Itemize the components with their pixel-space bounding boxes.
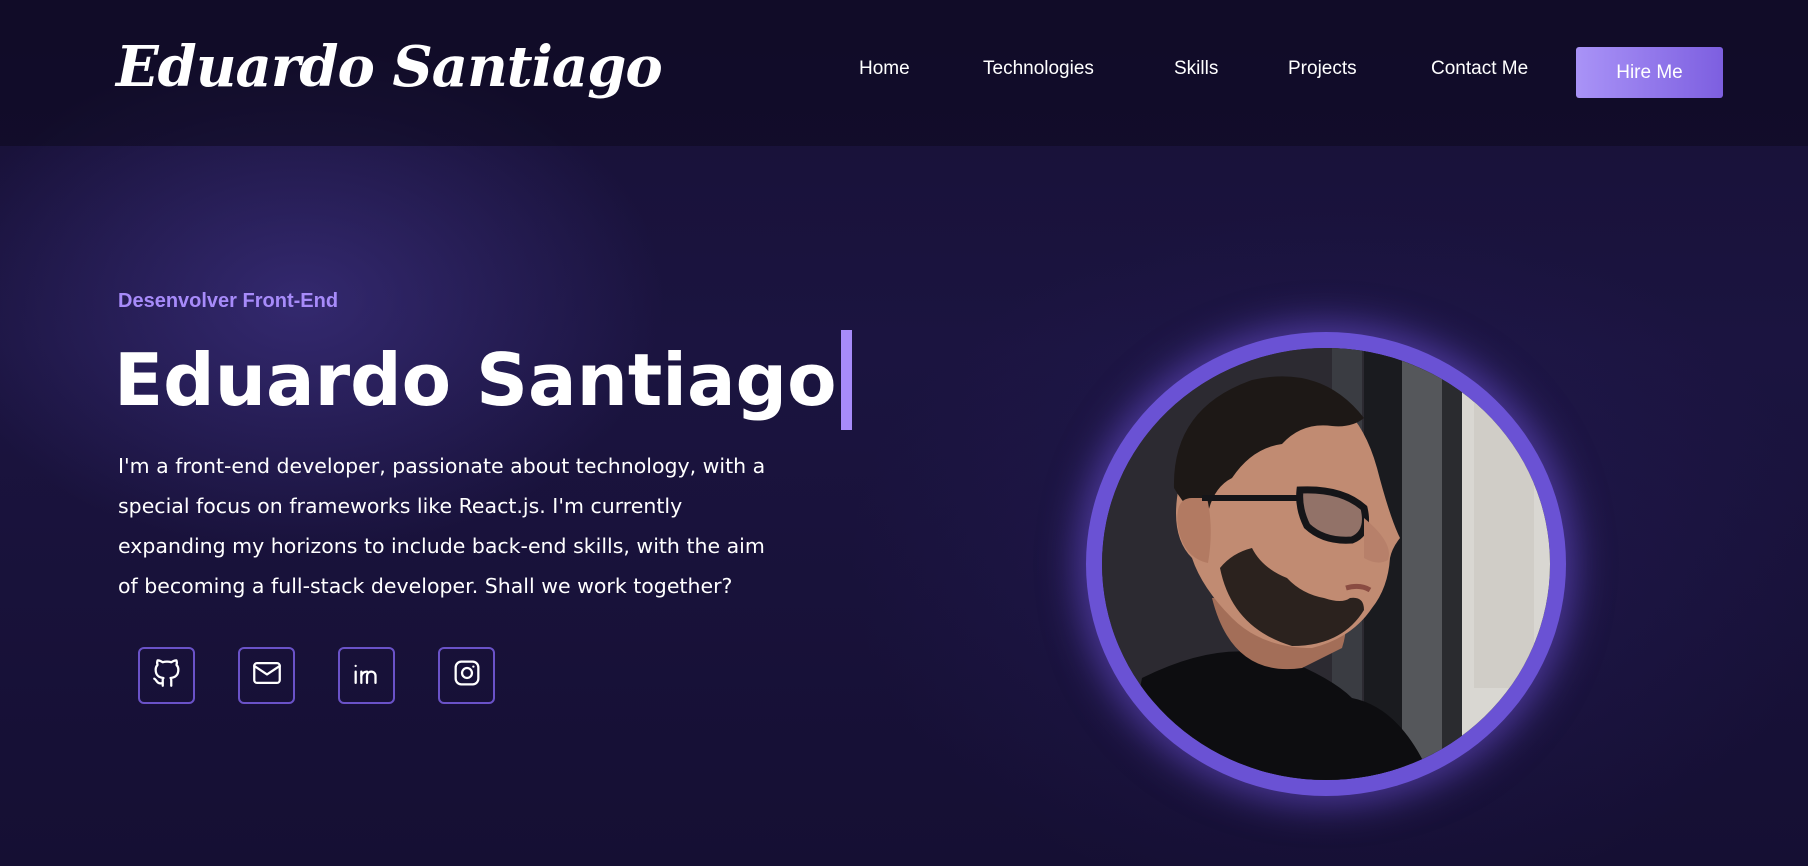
instagram-icon xyxy=(450,656,484,695)
nav-link-technologies[interactable]: Technologies xyxy=(983,58,1094,80)
nav-link-contact[interactable]: Contact Me xyxy=(1431,58,1528,80)
nav-link-projects[interactable]: Projects xyxy=(1288,58,1357,80)
instagram-button[interactable] xyxy=(438,647,495,704)
hire-me-button[interactable]: Hire Me xyxy=(1576,47,1723,98)
github-button[interactable] xyxy=(138,647,195,704)
hero-title: Eduardo Santiago xyxy=(114,330,852,430)
hero-subtitle: Desenvolver Front-End xyxy=(118,290,339,312)
nav-link-home[interactable]: Home xyxy=(859,58,910,80)
github-icon xyxy=(150,656,184,695)
site-header: Eduardo Santiago Home Technologies Skill… xyxy=(0,0,1808,146)
typing-cursor xyxy=(840,330,852,430)
hero-bio: I'm a front-end developer, passionate ab… xyxy=(118,454,766,598)
mail-icon xyxy=(250,656,284,695)
linkedin-icon xyxy=(350,656,384,695)
profile-photo-frame xyxy=(1086,332,1566,796)
profile-photo xyxy=(1102,348,1550,780)
site-logo[interactable]: Eduardo Santiago xyxy=(116,34,663,100)
email-button[interactable] xyxy=(238,647,295,704)
nav-link-skills[interactable]: Skills xyxy=(1174,58,1218,80)
hero-title-text: Eduardo Santiago xyxy=(114,338,837,422)
linkedin-button[interactable] xyxy=(338,647,395,704)
